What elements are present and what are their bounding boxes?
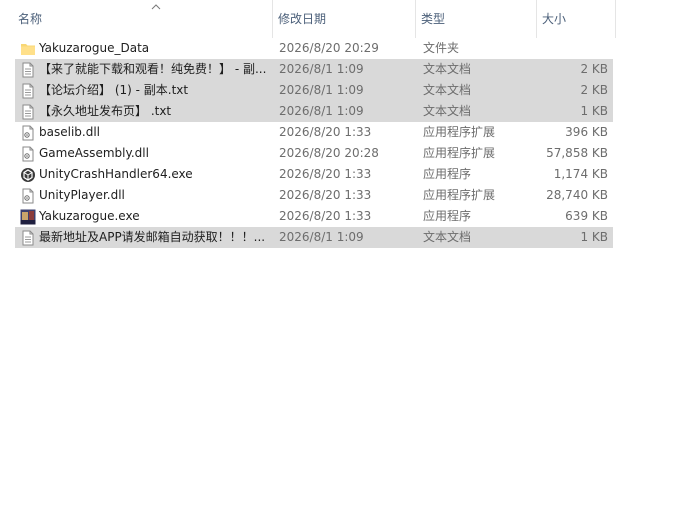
file-size: 396 KB <box>565 125 608 139</box>
file-name: baselib.dll <box>39 125 100 139</box>
file-date: 2026/8/20 20:28 <box>279 146 379 160</box>
file-row[interactable]: 【永久地址发布页】 .txt 2026/8/1 1:09 文本文档 1 KB <box>15 101 613 122</box>
file-row[interactable]: UnityPlayer.dll 2026/8/20 1:33 应用程序扩展 28,74… <box>15 185 613 206</box>
file-name: 【来了就能下载和观看！纯免费！】 - 副... <box>39 62 267 76</box>
file-type: 应用程序扩展 <box>423 146 496 160</box>
column-header-size-label: 大小 <box>542 12 567 26</box>
file-size: 1,174 KB <box>553 167 608 181</box>
file-date: 2026/8/20 1:33 <box>279 125 372 139</box>
file-row[interactable]: Yakuzarogue_Data 2026/8/20 20:29 文件夹 <box>15 38 613 59</box>
folder-icon <box>20 41 36 57</box>
file-name: 最新地址及APP请发邮箱自动获取！！！... <box>39 230 266 244</box>
file-date: 2026/8/20 1:33 <box>279 167 372 181</box>
text-file-icon <box>20 104 36 120</box>
file-date: 2026/8/1 1:09 <box>279 104 364 118</box>
column-header-type[interactable]: 类型 <box>417 0 537 38</box>
file-name: 【永久地址发布页】 .txt <box>39 104 172 118</box>
file-size: 639 KB <box>565 209 608 223</box>
column-header-type-label: 类型 <box>421 12 446 26</box>
unity-exe-icon <box>20 167 36 183</box>
text-file-icon <box>20 83 36 99</box>
file-date: 2026/8/20 1:33 <box>279 209 372 223</box>
column-header-date[interactable]: 修改日期 <box>274 0 416 38</box>
file-size: 1 KB <box>580 230 608 244</box>
file-size: 2 KB <box>580 83 608 97</box>
file-name: 【论坛介绍】 (1) - 副本.txt <box>39 83 189 97</box>
column-header-name[interactable]: 名称 <box>14 0 273 38</box>
file-row[interactable]: 【论坛介绍】 (1) - 副本.txt 2026/8/1 1:09 文本文档 2 KB <box>15 80 613 101</box>
file-name: GameAssembly.dll <box>39 146 149 160</box>
file-type: 文本文档 <box>423 83 472 97</box>
game-exe-icon <box>20 209 36 225</box>
column-header-bar: 名称 修改日期 类型 大小 <box>0 0 685 38</box>
file-name: Yakuzarogue.exe <box>39 209 140 223</box>
column-header-size[interactable]: 大小 <box>538 0 616 38</box>
dll-file-icon <box>20 188 36 204</box>
file-type: 文本文档 <box>423 62 472 76</box>
file-row[interactable]: 最新地址及APP请发邮箱自动获取！！！... 2026/8/1 1:09 文本文档 1… <box>15 227 613 248</box>
file-type: 应用程序 <box>423 167 472 181</box>
file-row[interactable]: UnityCrashHandler64.exe 2026/8/20 1:33 应用程… <box>15 164 613 185</box>
file-size: 57,858 KB <box>546 146 608 160</box>
file-type: 文本文档 <box>423 104 472 118</box>
file-list: Yakuzarogue_Data 2026/8/20 20:29 文件夹【来了就能下… <box>15 38 613 248</box>
file-type: 应用程序扩展 <box>423 125 496 139</box>
file-type: 应用程序扩展 <box>423 188 496 202</box>
dll-file-icon <box>20 125 36 141</box>
file-size: 2 KB <box>580 62 608 76</box>
file-type: 文件夹 <box>423 41 460 55</box>
file-name: UnityCrashHandler64.exe <box>39 167 193 181</box>
file-date: 2026/8/1 1:09 <box>279 83 364 97</box>
file-name: Yakuzarogue_Data <box>39 41 150 55</box>
file-type: 文本文档 <box>423 230 472 244</box>
file-type: 应用程序 <box>423 209 472 223</box>
file-row[interactable]: GameAssembly.dll 2026/8/20 20:28 应用程序扩展 57,… <box>15 143 613 164</box>
file-date: 2026/8/20 20:29 <box>279 41 379 55</box>
file-date: 2026/8/1 1:09 <box>279 230 364 244</box>
column-header-name-label: 名称 <box>18 12 43 26</box>
file-size: 1 KB <box>580 104 608 118</box>
file-row[interactable]: 【来了就能下载和观看！纯免费！】 - 副... 2026/8/1 1:09 文本文档… <box>15 59 613 80</box>
text-file-icon <box>20 62 36 78</box>
text-file-icon <box>20 230 36 246</box>
file-date: 2026/8/1 1:09 <box>279 62 364 76</box>
column-header-date-label: 修改日期 <box>278 12 327 26</box>
file-name: UnityPlayer.dll <box>39 188 125 202</box>
file-row[interactable]: Yakuzarogue.exe 2026/8/20 1:33 应用程序 639 KB <box>15 206 613 227</box>
sort-ascending-icon <box>151 4 161 10</box>
file-date: 2026/8/20 1:33 <box>279 188 372 202</box>
dll-file-icon <box>20 146 36 162</box>
file-row[interactable]: baselib.dll 2026/8/20 1:33 应用程序扩展 396 KB <box>15 122 613 143</box>
file-size: 28,740 KB <box>546 188 608 202</box>
